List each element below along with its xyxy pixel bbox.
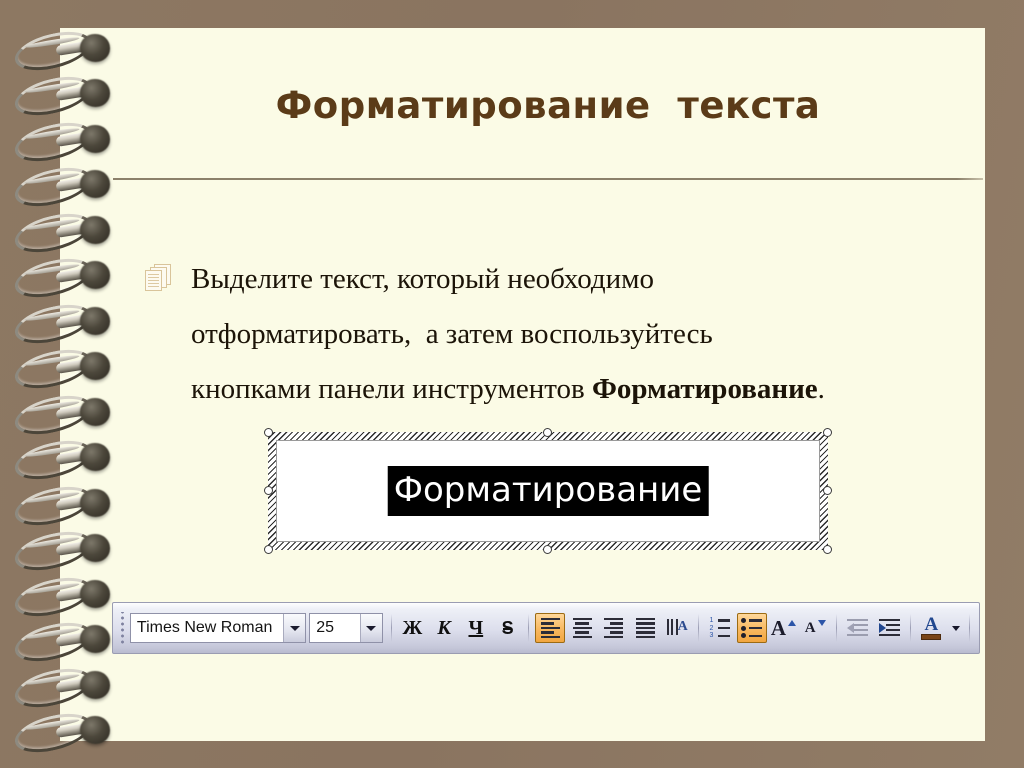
strikethrough-icon: S: [501, 618, 514, 638]
chevron-down-icon: [952, 625, 961, 631]
grow-font-button[interactable]: A: [769, 613, 799, 643]
documents-stack-icon: [145, 264, 171, 292]
bold-button[interactable]: Ж: [398, 613, 428, 643]
numbered-list-icon: 1 2 3: [709, 615, 731, 640]
body-line-3: кнопками панели инструментов Форматирова…: [191, 362, 973, 417]
selected-text: Форматирование: [387, 466, 709, 516]
body-line-3-text: кнопками панели инструментов: [191, 373, 592, 405]
toolbar-separator: [910, 614, 912, 642]
resize-handle-top-right[interactable]: [823, 428, 832, 437]
align-justify-button[interactable]: [631, 613, 661, 643]
bullet-item: Выделите текст, который необходимо отфор…: [143, 252, 973, 417]
resize-handle-middle-right[interactable]: [823, 486, 832, 495]
decrease-indent-button[interactable]: [843, 613, 873, 643]
shrink-font-icon: A: [805, 618, 826, 639]
bulleted-list-button[interactable]: [736, 613, 767, 643]
align-left-button[interactable]: [535, 613, 566, 643]
increase-indent-button[interactable]: [875, 613, 905, 643]
align-center-icon: [572, 616, 592, 641]
strikethrough-button[interactable]: S: [493, 613, 523, 643]
resize-handle-middle-left[interactable]: [264, 486, 273, 495]
resize-handle-bottom-left[interactable]: [264, 545, 273, 554]
align-left-icon: [540, 616, 560, 641]
formatting-toolbar-screenshot: Times New Roman 25 Ж К Ч S A 1 2 3 A A A: [112, 602, 980, 654]
font-size-combobox[interactable]: 25: [309, 613, 383, 643]
title-divider: [113, 178, 983, 180]
page-title: Форматирование текста: [275, 84, 821, 127]
font-color-icon: A: [920, 615, 942, 640]
increase-indent-icon: [879, 619, 901, 637]
italic-button[interactable]: К: [429, 613, 459, 643]
toolbar-grip-handle[interactable]: [119, 612, 127, 644]
toolbar-separator: [528, 614, 530, 642]
font-name-combobox[interactable]: Times New Roman: [129, 613, 307, 643]
align-justify-icon: [635, 616, 655, 641]
line-spacing-letter: A: [677, 619, 688, 634]
underline-icon: Ч: [468, 617, 484, 639]
toolbar-separator: [698, 614, 700, 642]
decrease-indent-icon: [847, 619, 869, 637]
numbered-list-button[interactable]: 1 2 3: [705, 613, 735, 643]
font-name-value: Times New Roman: [136, 619, 273, 636]
resize-handle-bottom-right[interactable]: [823, 545, 832, 554]
slide-canvas: Форматирование текста Выделите текст, ко…: [0, 0, 1024, 768]
bold-icon: Ж: [402, 617, 423, 639]
align-right-icon: [604, 616, 624, 641]
font-color-button[interactable]: A: [917, 613, 945, 643]
align-center-button[interactable]: [567, 613, 597, 643]
resize-handle-top-left[interactable]: [264, 428, 273, 437]
document-canvas: Форматирование: [276, 440, 820, 542]
body-emphasis: Форматирование: [591, 373, 818, 405]
line-spacing-icon: A: [666, 618, 688, 638]
align-right-button[interactable]: [599, 613, 629, 643]
font-size-dropdown-arrow[interactable]: [359, 614, 382, 642]
underline-button[interactable]: Ч: [461, 613, 491, 643]
bulleted-list-icon: [741, 615, 763, 640]
word-selection-screenshot: Форматирование: [264, 428, 832, 554]
body-line-2: отформатировать, а затем воспользуйтесь: [191, 318, 713, 350]
toolbar-separator: [390, 614, 392, 642]
shrink-font-button[interactable]: A: [800, 613, 830, 643]
grow-font-icon: A: [771, 617, 796, 639]
toolbar-separator: [969, 614, 971, 642]
body-line-1: Выделите текст, который необходимо: [191, 263, 655, 295]
resize-handle-top-center[interactable]: [543, 428, 552, 437]
line-spacing-button[interactable]: A: [662, 613, 692, 643]
font-color-dropdown-button[interactable]: [947, 613, 963, 643]
resize-handle-bottom-center[interactable]: [543, 545, 552, 554]
font-name-dropdown-arrow[interactable]: [283, 614, 306, 642]
toolbar-separator: [836, 614, 837, 642]
body-trailing: .: [817, 373, 825, 405]
italic-icon: К: [437, 617, 451, 639]
font-size-value: 25: [316, 619, 335, 636]
font-color-swatch: [921, 634, 942, 640]
body-content: Выделите текст, который необходимо отфор…: [143, 252, 973, 417]
